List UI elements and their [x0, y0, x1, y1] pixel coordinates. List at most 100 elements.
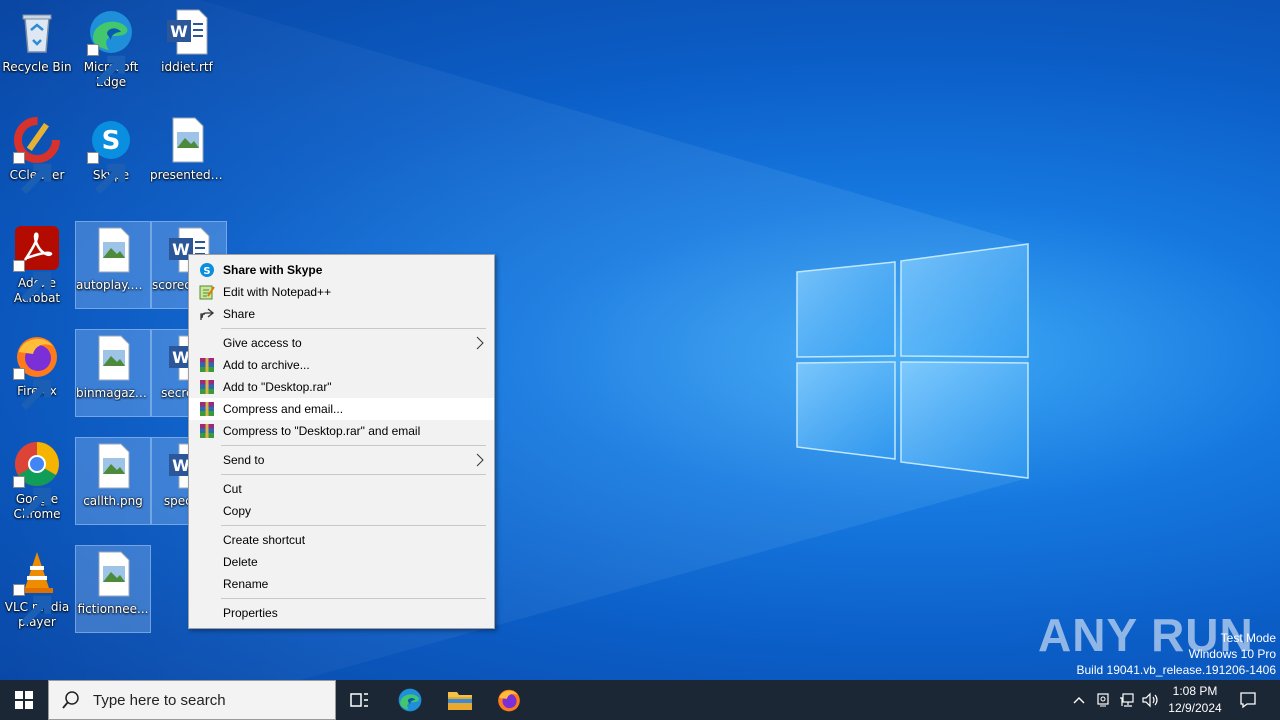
desktop-icon-firefox[interactable]: Firefox: [0, 328, 74, 414]
menu-item-label: Add to archive...: [223, 358, 310, 372]
taskbar: Type here to search 1:08 PM 12/9/2024: [0, 680, 1280, 720]
menu-item-label: Delete: [223, 555, 258, 569]
menu-item-label: Share with Skype: [223, 263, 323, 277]
notification-icon: [1240, 692, 1256, 709]
winrar-icon: [199, 357, 215, 373]
menu-item-label: Rename: [223, 577, 269, 591]
menu-item-rename[interactable]: Rename: [189, 573, 494, 595]
desktop-icon-binmagazine[interactable]: binmagazin...: [75, 329, 151, 417]
taskbar-clock[interactable]: 1:08 PM 12/9/2024: [1166, 680, 1224, 720]
desktop-icon-label: fictionnee...: [77, 602, 149, 616]
recycle-bin-icon: [13, 8, 61, 56]
network-icon: [1120, 693, 1134, 707]
desktop-icon-label: callth.png: [83, 494, 143, 508]
context-menu: S Share with Skype Edit with Notepad++ S…: [188, 254, 495, 629]
menu-separator: [221, 525, 486, 526]
chevron-right-icon: [476, 336, 484, 350]
menu-item-add-to-desktop-rar[interactable]: Add to "Desktop.rar": [189, 376, 494, 398]
taskbar-edge-button[interactable]: [386, 680, 434, 720]
watermark-line: Test Mode: [1220, 631, 1276, 645]
menu-item-send-to[interactable]: Send to: [189, 449, 494, 471]
task-view-icon: [350, 693, 368, 707]
menu-item-copy[interactable]: Copy: [189, 500, 494, 522]
svg-text:S: S: [102, 126, 121, 156]
taskbar-file-explorer-button[interactable]: [436, 680, 484, 720]
svg-text:S: S: [203, 266, 210, 277]
desktop-icon-label: iddiet.rtf: [161, 60, 213, 74]
image-file-icon: [163, 116, 211, 164]
edge-icon: [398, 688, 422, 712]
menu-item-add-to-archive[interactable]: Add to archive...: [189, 354, 494, 376]
shortcut-arrow-icon: [87, 152, 126, 194]
tray-device-button[interactable]: [1092, 680, 1114, 720]
start-button[interactable]: [0, 680, 48, 720]
search-placeholder: Type here to search: [93, 691, 226, 709]
clock-date: 12/9/2024: [1168, 701, 1222, 715]
watermark-line: Build 19041.vb_release.191206-1406: [1076, 663, 1277, 677]
tray-network-button[interactable]: [1116, 680, 1138, 720]
ccleaner-icon: [13, 116, 61, 194]
menu-item-label: Cut: [223, 482, 242, 496]
notepadpp-icon: [199, 284, 215, 300]
desktop-icon-label: presentedd...: [150, 168, 224, 182]
desktop-icon-presentedd[interactable]: presentedd...: [150, 112, 224, 198]
volume-icon: [1142, 692, 1158, 708]
menu-item-give-access-to[interactable]: Give access to: [189, 332, 494, 354]
task-view-button[interactable]: [336, 680, 384, 720]
menu-item-share[interactable]: Share: [189, 303, 494, 325]
show-hidden-icons-button[interactable]: [1068, 680, 1090, 720]
taskbar-firefox-button[interactable]: [485, 680, 533, 720]
menu-item-compress-and-email[interactable]: Compress and email...: [189, 398, 494, 420]
desktop-icon-ccleaner[interactable]: CCleaner: [0, 112, 74, 198]
menu-separator: [221, 328, 486, 329]
menu-item-label: Compress and email...: [223, 402, 344, 416]
windows-logo-icon: [15, 691, 33, 709]
menu-item-label: Send to: [223, 453, 265, 467]
shortcut-arrow-icon: [13, 584, 52, 626]
menu-item-label: Edit with Notepad++: [223, 285, 332, 299]
desktop-icon-vlc[interactable]: VLC media player: [0, 544, 74, 630]
desktop-icon-label: binmagazin...: [76, 386, 150, 400]
taskbar-search-box[interactable]: Type here to search: [48, 680, 336, 720]
menu-item-label: Give access to: [223, 336, 302, 350]
desktop-icon-callth[interactable]: callth.png: [75, 437, 151, 525]
menu-item-label: Copy: [223, 504, 252, 518]
menu-item-cut[interactable]: Cut: [189, 478, 494, 500]
shortcut-arrow-icon: [13, 476, 52, 518]
desktop-icon-label: autoplay.png: [76, 278, 150, 292]
acrobat-icon: [13, 224, 61, 302]
watermark-line: Windows 10 Pro: [1188, 647, 1276, 661]
menu-item-share-with-skype[interactable]: S Share with Skype: [189, 259, 494, 281]
desktop-icon-skype[interactable]: S Skype: [74, 112, 148, 198]
menu-item-edit-with-notepadpp[interactable]: Edit with Notepad++: [189, 281, 494, 303]
shortcut-arrow-icon: [87, 44, 126, 86]
menu-separator: [221, 474, 486, 475]
desktop-icon-adobe-acrobat[interactable]: Adobe Acrobat: [0, 220, 74, 306]
chevron-right-icon: [476, 453, 484, 467]
shortcut-arrow-icon: [13, 152, 52, 194]
desktop-icon-fictionnee[interactable]: fictionnee...: [75, 545, 151, 633]
firefox-icon: [498, 689, 520, 712]
desktop-icon-autoplay[interactable]: autoplay.png: [75, 221, 151, 309]
test-mode-watermark: Test Mode Windows 10 Pro Build 19041.vb_…: [1077, 630, 1277, 678]
chrome-icon: [13, 440, 61, 518]
desktop-icon-label: Recycle Bin: [2, 60, 72, 74]
menu-item-delete[interactable]: Delete: [189, 551, 494, 573]
desktop-icon-recycle-bin[interactable]: Recycle Bin: [0, 4, 74, 90]
desktop-icon-iddiet[interactable]: W iddiet.rtf: [150, 4, 224, 90]
menu-separator: [221, 445, 486, 446]
desktop-icon-google-chrome[interactable]: Google Chrome: [0, 436, 74, 522]
image-file-icon: [89, 442, 137, 490]
shortcut-arrow-icon: [13, 368, 52, 410]
menu-item-label: Compress to "Desktop.rar" and email: [223, 424, 421, 438]
tray-volume-button[interactable]: [1140, 680, 1162, 720]
chevron-up-icon: [1073, 697, 1085, 704]
menu-item-properties[interactable]: Properties: [189, 602, 494, 624]
search-icon: [62, 691, 79, 709]
image-file-icon: [89, 550, 137, 598]
action-center-button[interactable]: [1232, 680, 1264, 720]
menu-item-create-shortcut[interactable]: Create shortcut: [189, 529, 494, 551]
desktop-icon-microsoft-edge[interactable]: Microsoft Edge: [74, 4, 148, 90]
shortcut-arrow-icon: [13, 260, 52, 302]
menu-item-compress-to-desktop-rar-and-email[interactable]: Compress to "Desktop.rar" and email: [189, 420, 494, 442]
